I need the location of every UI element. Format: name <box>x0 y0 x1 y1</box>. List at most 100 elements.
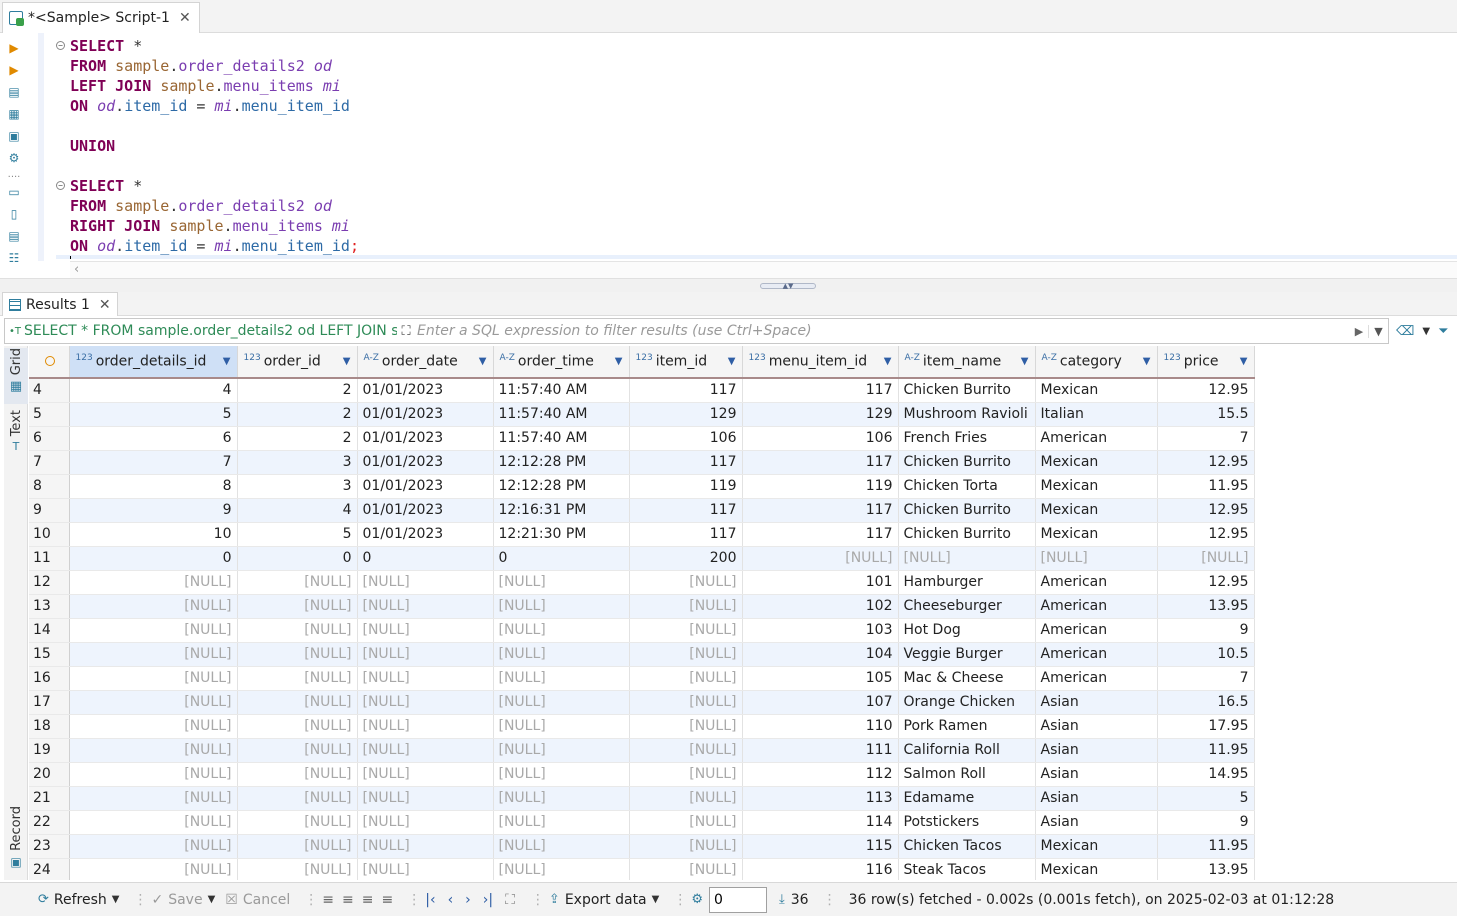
cell-category[interactable]: Mexican <box>1035 474 1158 499</box>
row-number[interactable]: 24 <box>29 858 70 880</box>
cell-order-time[interactable]: [NULL] <box>493 834 630 859</box>
cell-order-time[interactable]: 12:21:30 PM <box>493 522 630 547</box>
fetch-size-input[interactable] <box>709 886 767 913</box>
row-number[interactable]: 11 <box>29 546 70 571</box>
save-button[interactable]: ✓ Save ▼ <box>151 892 215 908</box>
cell-price[interactable]: 12.95 <box>1157 450 1255 475</box>
cell-price[interactable]: 11.95 <box>1157 474 1255 499</box>
cell-order-details-id[interactable]: [NULL] <box>69 666 238 691</box>
cell-order-details-id[interactable]: [NULL] <box>69 690 238 715</box>
cell-order-date[interactable]: [NULL] <box>357 786 494 811</box>
table-row[interactable]: 14 [NULL] [NULL] [NULL] [NULL] [NULL] 103 Hot D… <box>29 618 1255 643</box>
cell-order-time[interactable]: 12:12:28 PM <box>493 474 630 499</box>
cell-menu-item-id[interactable]: 110 <box>742 714 899 739</box>
last-page-icon[interactable]: ›| <box>483 892 493 908</box>
row-number[interactable]: 22 <box>29 810 70 835</box>
cell-menu-item-id[interactable]: 104 <box>742 642 899 667</box>
cell-order-time[interactable]: [NULL] <box>493 714 630 739</box>
cell-menu-item-id[interactable]: 117 <box>742 522 899 547</box>
filter-input[interactable] <box>415 323 1350 339</box>
table-row[interactable]: 8 8 3 01/01/2023 12:12:28 PM 119 119 Chicken To… <box>29 474 1255 499</box>
cell-price[interactable]: 16.5 <box>1157 690 1255 715</box>
sort-filter-icon[interactable]: ▼ <box>343 356 351 367</box>
cell-price[interactable]: 7 <box>1157 426 1255 451</box>
cell-order-time[interactable]: [NULL] <box>493 570 630 595</box>
cell-order-details-id[interactable]: [NULL] <box>69 594 238 619</box>
cell-order-id[interactable]: 3 <box>237 474 358 499</box>
tab-grid[interactable]: Grid ▦ <box>4 348 28 404</box>
cell-order-id[interactable]: [NULL] <box>237 570 358 595</box>
row-number[interactable]: 4 <box>29 378 70 403</box>
cell-item-id[interactable]: [NULL] <box>629 690 743 715</box>
cell-category[interactable]: American <box>1035 426 1158 451</box>
cell-order-id[interactable]: [NULL] <box>237 810 358 835</box>
explain-plan-icon[interactable]: ▣ <box>5 127 23 145</box>
cell-item-id[interactable]: [NULL] <box>629 858 743 880</box>
settings-gear-icon[interactable]: ⚙ <box>691 892 703 907</box>
cell-order-date[interactable]: [NULL] <box>357 666 494 691</box>
table-row[interactable]: 17 [NULL] [NULL] [NULL] [NULL] [NULL] 107 Orang… <box>29 690 1255 715</box>
sql-editor[interactable]: ▶ ▶ ▤ ▦ ▣ ⚙ .... ▭ ▯ ▤ ☷ − SELECT * FROM s… <box>0 33 1457 278</box>
cell-order-time[interactable]: [NULL] <box>493 738 630 763</box>
column-header-item-id[interactable]: 123 item_id ▼ <box>629 346 743 379</box>
table-row[interactable]: 16 [NULL] [NULL] [NULL] [NULL] [NULL] 105 Mac &… <box>29 666 1255 691</box>
code-line[interactable]: RIGHT JOIN sample.menu_items mi <box>56 216 359 236</box>
cell-order-time[interactable]: [NULL] <box>493 642 630 667</box>
table-row[interactable]: 15 [NULL] [NULL] [NULL] [NULL] [NULL] 104 Veggi… <box>29 642 1255 667</box>
cell-menu-item-id[interactable]: 111 <box>742 738 899 763</box>
cell-order-id[interactable]: [NULL] <box>237 858 358 880</box>
sort-filter-icon[interactable]: ▼ <box>223 356 231 367</box>
cell-order-id[interactable]: [NULL] <box>237 738 358 763</box>
tab-record[interactable]: Record ▣ <box>4 806 28 878</box>
results-grid[interactable]: 123 order_details_id ▼ 123 order_id ▼ A-Z order… <box>29 346 1457 880</box>
cell-category[interactable]: Mexican <box>1035 450 1158 475</box>
cell-menu-item-id[interactable]: 115 <box>742 834 899 859</box>
cell-order-time[interactable]: 12:16:31 PM <box>493 498 630 523</box>
column-header-order-time[interactable]: A-Z order_time ▼ <box>493 346 630 379</box>
cell-item-name[interactable]: Steak Tacos <box>898 858 1036 880</box>
cell-order-date[interactable]: [NULL] <box>357 810 494 835</box>
cell-category[interactable]: American <box>1035 642 1158 667</box>
execute-script-icon[interactable]: ▤ <box>5 83 23 101</box>
row-number[interactable]: 12 <box>29 570 70 595</box>
cell-item-id[interactable]: [NULL] <box>629 786 743 811</box>
cell-price[interactable]: 11.95 <box>1157 738 1255 763</box>
cell-price[interactable]: 5 <box>1157 786 1255 811</box>
cell-order-date[interactable]: 01/01/2023 <box>357 426 494 451</box>
cell-order-id[interactable]: [NULL] <box>237 834 358 859</box>
cell-order-id[interactable]: [NULL] <box>237 618 358 643</box>
table-row[interactable]: 7 7 3 01/01/2023 12:12:28 PM 117 117 Chicken Bu… <box>29 450 1255 475</box>
cell-category[interactable]: American <box>1035 666 1158 691</box>
cell-item-name[interactable]: Hamburger <box>898 570 1036 595</box>
table-row[interactable]: 23 [NULL] [NULL] [NULL] [NULL] [NULL] 115 Chick… <box>29 834 1255 859</box>
cell-order-id[interactable]: [NULL] <box>237 786 358 811</box>
cell-price[interactable]: 7 <box>1157 666 1255 691</box>
cell-category[interactable]: Asian <box>1035 762 1158 787</box>
cell-price[interactable]: 15.5 <box>1157 402 1255 427</box>
cell-price[interactable]: 9 <box>1157 618 1255 643</box>
cell-item-id[interactable]: [NULL] <box>629 570 743 595</box>
execute-script-new-tab-icon[interactable]: ▦ <box>5 105 23 123</box>
export-data-button[interactable]: ⇪ Export data ▼ <box>549 892 659 908</box>
cell-order-time[interactable]: [NULL] <box>493 594 630 619</box>
cell-item-name[interactable]: Chicken Burrito <box>898 498 1036 523</box>
close-icon[interactable]: ✕ <box>99 297 111 313</box>
code-line[interactable]: ON od.item_id = mi.menu_item_id; <box>56 236 359 256</box>
fetch-all-icon[interactable]: ⤓ <box>779 892 785 907</box>
cell-order-details-id[interactable]: [NULL] <box>69 642 238 667</box>
cell-order-date[interactable]: [NULL] <box>357 642 494 667</box>
delete-row-icon[interactable]: ≡ <box>382 892 394 908</box>
cell-item-name[interactable]: Mushroom Ravioli <box>898 402 1036 427</box>
cell-category[interactable]: Asian <box>1035 690 1158 715</box>
cell-category[interactable]: Asian <box>1035 714 1158 739</box>
cell-order-details-id[interactable]: [NULL] <box>69 570 238 595</box>
cell-order-id[interactable]: [NULL] <box>237 762 358 787</box>
cell-price[interactable]: 14.95 <box>1157 762 1255 787</box>
cell-item-id[interactable]: [NULL] <box>629 618 743 643</box>
cell-item-name[interactable]: Mac & Cheese <box>898 666 1036 691</box>
export-script-icon[interactable]: ▤ <box>5 227 23 245</box>
cell-order-date[interactable]: [NULL] <box>357 762 494 787</box>
row-number[interactable]: 8 <box>29 474 70 499</box>
cell-category[interactable]: Mexican <box>1035 522 1158 547</box>
table-row[interactable]: 12 [NULL] [NULL] [NULL] [NULL] [NULL] 101 Hambu… <box>29 570 1255 595</box>
